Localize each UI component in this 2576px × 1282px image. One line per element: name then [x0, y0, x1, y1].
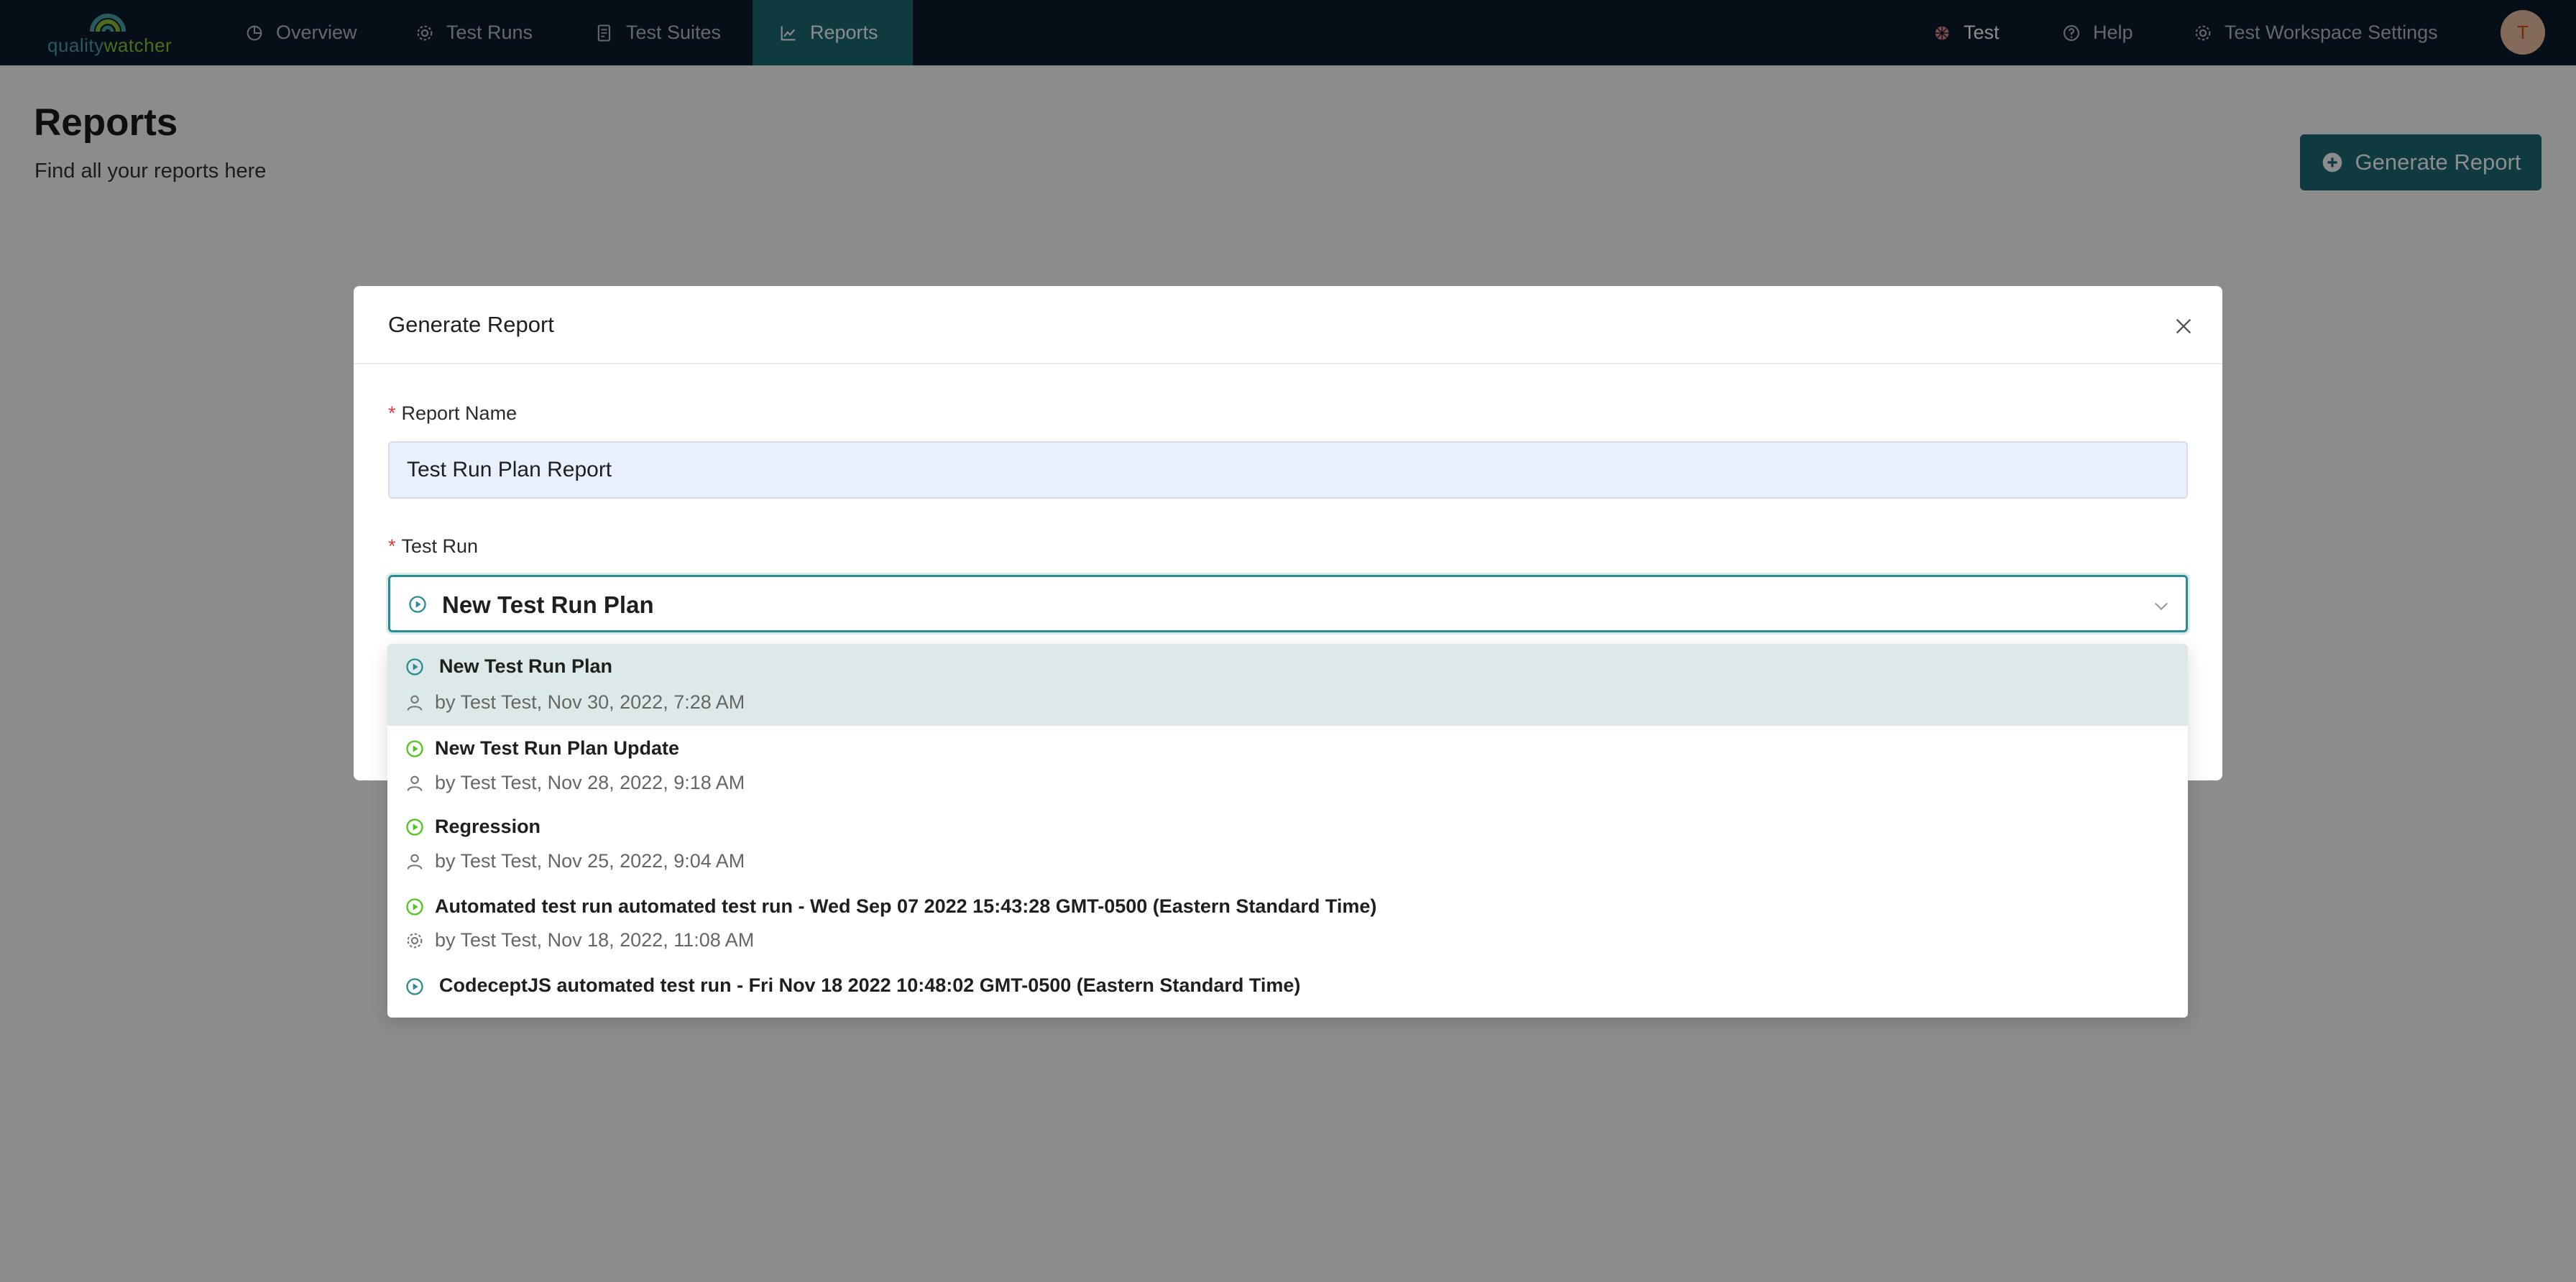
chevron-down-icon [2155, 602, 2168, 611]
user-icon [407, 854, 423, 870]
report-name-label: * Report Name [388, 402, 518, 424]
dropdown-option[interactable]: CodeceptJS automated test run - Fri Nov … [387, 965, 2188, 1018]
user-icon [407, 775, 423, 791]
test-run-select[interactable]: New Test Run Plan [388, 575, 2188, 632]
close-icon[interactable] [2172, 315, 2195, 338]
option-title: New Test Run Plan [439, 655, 613, 677]
play-circle-icon [406, 978, 423, 995]
option-meta: by Test Test, Nov 30, 2022, 7:28 AM [435, 691, 745, 713]
play-circle-icon [409, 596, 426, 613]
dropdown-option[interactable]: Regression by Test Test, Nov 25, 2022, 9… [387, 806, 2188, 885]
dropdown-option[interactable]: New Test Run Plan Update by Test Test, N… [387, 726, 2188, 806]
option-title: CodeceptJS automated test run - Fri Nov … [439, 974, 1301, 996]
play-circle-icon [406, 818, 423, 836]
play-circle-icon [406, 740, 423, 757]
test-run-dropdown: New Test Run Plan by Test Test, Nov 30, … [387, 644, 2188, 1018]
report-name-input[interactable] [388, 441, 2188, 499]
option-meta: by Test Test, Nov 28, 2022, 9:18 AM [435, 772, 745, 793]
dropdown-option[interactable]: New Test Run Plan by Test Test, Nov 30, … [387, 644, 2188, 726]
modal-title: Generate Report [388, 312, 554, 337]
test-run-selected-value: New Test Run Plan [442, 591, 654, 618]
play-circle-icon [406, 658, 423, 675]
option-meta: by Test Test, Nov 25, 2022, 9:04 AM [435, 850, 745, 872]
play-circle-icon [406, 898, 423, 916]
option-title: Automated test run automated test run - … [435, 895, 1377, 917]
user-icon [407, 695, 423, 711]
modal-header: Generate Report [354, 286, 2222, 364]
option-title: New Test Run Plan Update [435, 737, 680, 759]
dropdown-option[interactable]: Automated test run automated test run - … [387, 885, 2188, 965]
option-title: Regression [435, 816, 541, 837]
option-meta: by Test Test, Nov 18, 2022, 11:08 AM [435, 929, 755, 951]
test-run-label: * Test Run [388, 535, 479, 557]
gear-icon [407, 933, 423, 949]
